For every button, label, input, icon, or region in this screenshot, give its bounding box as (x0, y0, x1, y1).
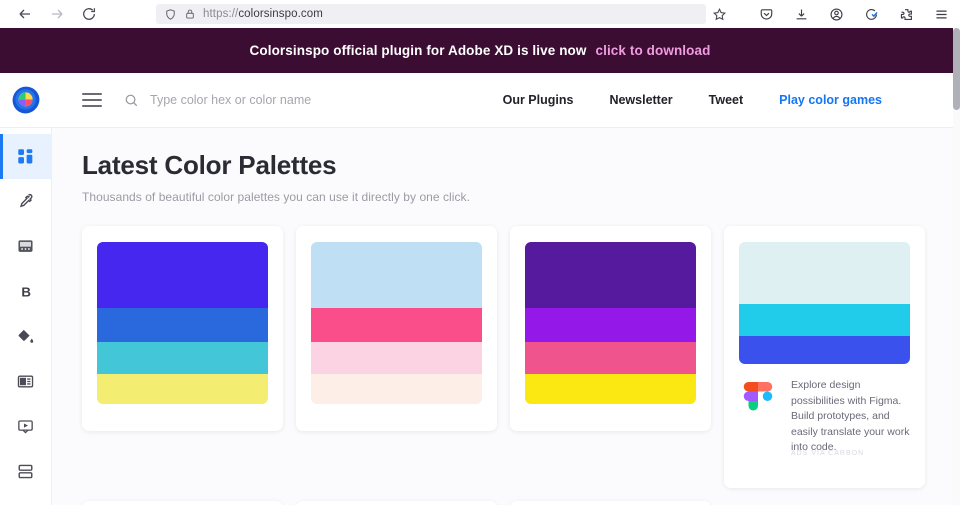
swatch[interactable] (97, 342, 268, 374)
search-bar[interactable] (124, 93, 503, 108)
swatch[interactable] (97, 374, 268, 404)
star-icon[interactable] (708, 4, 730, 24)
ad-text-block: Explore design possibilities with Figma.… (791, 378, 910, 459)
eyedropper-icon (16, 192, 35, 211)
carbon-ad[interactable]: Explore design possibilities with Figma.… (724, 226, 925, 488)
swatch[interactable] (97, 242, 268, 308)
swatch (739, 336, 910, 364)
ad-attribution[interactable]: ads via carbon (791, 449, 864, 459)
palette-card-6[interactable] (510, 501, 711, 505)
browser-toolbar: https://colorsinspo.com (0, 0, 960, 28)
app-menu-icon[interactable] (933, 6, 950, 23)
grid-icon (16, 147, 35, 166)
svg-text:B: B (21, 284, 31, 299)
page-subtitle: Thousands of beautiful color palettes yo… (82, 190, 470, 204)
navigation-buttons (16, 5, 98, 23)
bold-b-icon: B (16, 282, 35, 301)
ad-body: Explore design possibilities with Figma.… (739, 378, 910, 459)
shield-icon[interactable] (164, 8, 177, 21)
nav-link-tweet[interactable]: Tweet (709, 93, 744, 107)
announcement-text: Colorsinspo official plugin for Adobe XD… (249, 43, 587, 58)
sidebar-item-layouts[interactable] (0, 449, 51, 494)
figma-logo (739, 378, 777, 443)
hamburger-bar (82, 105, 102, 107)
site-header: Our Plugins Newsletter Tweet Play color … (0, 73, 960, 128)
swatch[interactable] (97, 308, 268, 342)
palette-card-4[interactable] (82, 501, 283, 505)
url-host: colorsinspo.com (238, 8, 323, 20)
announcement-download-link[interactable]: click to download (596, 43, 711, 58)
ad-swatches (739, 242, 910, 364)
sidebar: B (0, 128, 52, 505)
sidebar-item-articles[interactable] (0, 359, 51, 404)
swatch[interactable] (311, 242, 482, 308)
video-player-icon (16, 417, 35, 436)
page-scrollbar[interactable] (953, 28, 960, 505)
downloads-icon[interactable] (793, 6, 810, 23)
sidebar-item-fill[interactable] (0, 314, 51, 359)
sidebar-item-fonts[interactable]: B (0, 269, 51, 314)
pocket-icon[interactable] (758, 6, 775, 23)
sync-icon[interactable] (863, 6, 880, 23)
palette-swatches (525, 242, 696, 404)
hamburger-bar (82, 93, 102, 95)
main-content: Latest Color Palettes Thousands of beaut… (52, 128, 960, 505)
swatch[interactable] (311, 308, 482, 342)
palette-grid: Explore design possibilities with Figma.… (82, 226, 960, 505)
colorsinspo-logo[interactable] (10, 84, 42, 116)
nav-link-newsletter[interactable]: Newsletter (609, 93, 672, 107)
swatch[interactable] (525, 342, 696, 374)
palette-swatches (97, 242, 268, 404)
search-icon[interactable] (124, 93, 139, 108)
swatch[interactable] (525, 308, 696, 342)
address-bar[interactable]: https://colorsinspo.com (156, 4, 706, 24)
swatch (739, 242, 910, 304)
url-scheme: https:// (203, 8, 239, 20)
url-text: https://colorsinspo.com (203, 8, 323, 20)
page-title: Latest Color Palettes (82, 150, 337, 180)
sidebar-item-color-picker[interactable] (0, 179, 51, 224)
sidebar-item-palettes[interactable] (0, 134, 51, 179)
swatch (739, 304, 910, 336)
layout-icon (16, 462, 35, 481)
palette-card-5[interactable] (296, 501, 497, 505)
nav-link-our-plugins[interactable]: Our Plugins (503, 93, 574, 107)
ad-description: Explore design possibilities with Figma.… (791, 379, 910, 454)
swatch[interactable] (311, 374, 482, 404)
announcement-banner: Colorsinspo official plugin for Adobe XD… (0, 28, 960, 73)
lock-icon (184, 8, 196, 20)
scrollbar-thumb[interactable] (953, 28, 960, 110)
palette-card-3[interactable] (510, 226, 711, 431)
sidebar-item-videos[interactable] (0, 404, 51, 449)
nav-link-play-color-games[interactable]: Play color games (779, 93, 882, 107)
hamburger-bar (82, 99, 102, 101)
palette-card-1[interactable] (82, 226, 283, 431)
hamburger-menu-icon[interactable] (82, 93, 102, 107)
sidebar-item-gradients[interactable] (0, 224, 51, 269)
swatch[interactable] (525, 374, 696, 404)
swatch[interactable] (311, 342, 482, 374)
gradient-icon (16, 237, 35, 256)
browser-toolbar-icons (758, 6, 950, 23)
palette-card-2[interactable] (296, 226, 497, 431)
paint-bucket-icon (16, 327, 35, 346)
account-icon[interactable] (828, 6, 845, 23)
extensions-icon[interactable] (898, 6, 915, 23)
search-input[interactable] (150, 93, 480, 107)
back-arrow-icon[interactable] (16, 5, 34, 23)
forward-arrow-icon[interactable] (48, 5, 66, 23)
page-body: B Latest Color Palettes Thousands of bea… (0, 128, 960, 505)
header-nav: Our Plugins Newsletter Tweet Play color … (503, 93, 882, 107)
article-icon (16, 372, 35, 391)
palette-swatches (311, 242, 482, 404)
swatch[interactable] (525, 242, 696, 308)
reload-icon[interactable] (80, 5, 98, 23)
